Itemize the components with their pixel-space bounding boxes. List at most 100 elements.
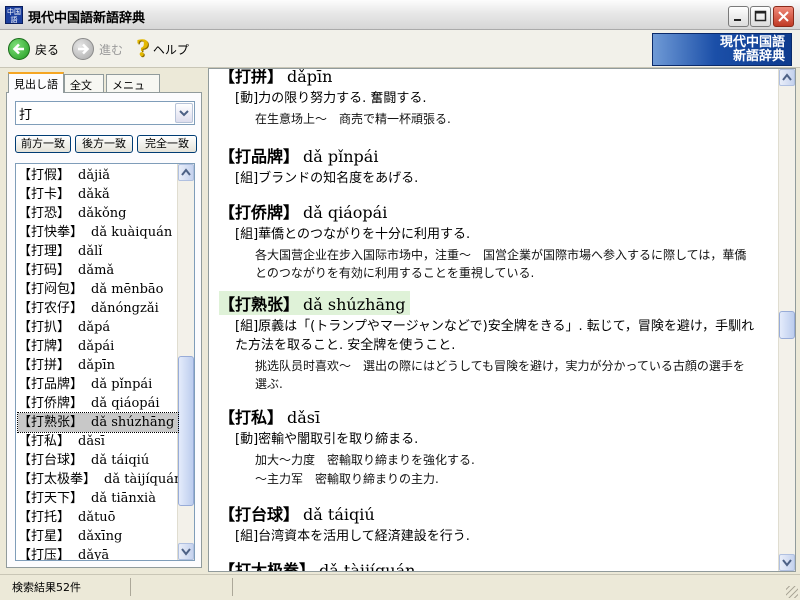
minimize-icon [734,19,741,21]
entry-headword: 【打拼】 dǎpīn [219,68,769,87]
headword-text: 【打品牌】 [18,377,84,392]
status-divider [130,578,131,596]
list-item[interactable]: 【打牌】 dǎpái [18,337,178,356]
list-item[interactable]: 【打农仔】 dǎnóngzǎi [18,299,178,318]
headword-pinyin: dǎ táiqiú [91,453,150,468]
entry-definition: [組]華僑とのつながりを十分に利用する. [235,227,471,242]
headword-text: 【打熟张】 [18,415,84,430]
status-bar: 検索結果52件 [0,574,800,600]
search-input[interactable] [19,104,174,122]
app-icon: 中国語 [5,6,23,24]
headword-text: 【打卡】 [18,187,71,202]
headword-pinyin: dǎmǎ [78,263,115,278]
help-icon: ? [136,36,149,62]
entry-definition: [動]密輸や闇取引を取り締まる. [235,432,419,447]
entry-title: 【打熟张】 [219,295,300,314]
list-item[interactable]: 【打星】 dǎxīng [18,527,178,546]
entry-headword-line: 【打台球】 dǎ táiqiú [219,505,375,524]
headword-text: 【打码】 [18,263,71,278]
headword-pinyin: dǎlǐ [78,244,103,259]
list-item[interactable]: 【打闷包】 dǎ mēnbāo [18,280,178,299]
list-item[interactable]: 【打托】 dǎtuō [18,508,178,527]
list-item[interactable]: 【打天下】 dǎ tiānxià [18,489,178,508]
main-scroll-down-icon[interactable] [779,554,795,571]
list-item[interactable]: 【打理】 dǎlǐ [18,242,178,261]
search-combobox[interactable] [15,101,195,125]
headword-pinyin: dǎ tàijíquán [104,472,178,487]
headword-pinyin: dǎ qiáopái [91,396,160,411]
title-bar[interactable]: 中国語 現代中国語新語辞典 [0,0,800,30]
entry-headword-line: 【打私】 dǎsī [219,408,320,427]
entry-headword-line: 【打侨牌】 dǎ qiáopái [219,203,387,222]
list-item[interactable]: 【打压】 dǎyā [18,546,178,560]
minimize-button[interactable] [728,6,749,27]
list-item[interactable]: 【打快拳】 dǎ kuàiquán [18,223,178,242]
prefix-match-button[interactable]: 前方一致 [15,135,71,153]
help-button[interactable]: ? ヘルプ [136,36,189,62]
headword-pinyin: dǎtuō [78,510,116,525]
definition-pane[interactable]: 【打拼】 dǎpīn [動]力の限り努力する. 奮闘する. 在生意场上～ 商売で精一杯… [208,68,796,572]
exact-match-button[interactable]: 完全一致 [137,135,197,153]
resize-grip[interactable] [786,586,798,598]
forward-button[interactable]: 進む [72,37,123,61]
main-scroll-up-icon[interactable] [779,69,795,86]
list-item[interactable]: 【打卡】 dǎkǎ [18,185,178,204]
headword-list[interactable]: 【打假】 dǎjiǎ 【打卡】 dǎkǎ 【打恐】 dǎkǒng 【打快拳】 dǎ kuàiq… [15,163,195,561]
list-scroll-thumb[interactable] [178,356,194,506]
entry-headword-line: 【打太极拳】 dǎ tàijíquán [219,561,415,571]
entry-headword: 【打熟张】 dǎ shúzhāng [219,291,769,315]
list-scrollbar[interactable] [177,164,194,560]
forward-arrow-icon [72,38,94,60]
headword-pinyin: dǎkǒng [78,206,127,221]
headword-text: 【打侨牌】 [18,396,84,411]
headword-text: 【打扒】 [18,320,71,335]
tab-menu[interactable]: メニュー [106,74,160,108]
scroll-up-icon[interactable] [178,164,194,181]
chevron-down-icon [179,110,189,117]
maximize-button[interactable] [750,6,771,27]
list-item[interactable]: 【打码】 dǎmǎ [18,261,178,280]
sidebar: 見出し語 全文 メニュー 前方一致 後方一致 完全一致 [6,72,202,568]
headword-pinyin: dǎnóngzǎi [91,301,159,316]
tab-headwords[interactable]: 見出し語 [8,72,64,93]
headword-text: 【打闷包】 [18,282,84,297]
list-item[interactable]: 【打太极拳】 dǎ tàijíquán [18,470,178,489]
sidebar-body: 前方一致 後方一致 完全一致 【打假】 dǎjiǎ 【打卡】 dǎkǎ 【打恐】 dǎkǒ… [6,92,202,568]
list-item[interactable]: 【打私】 dǎsī [18,432,178,451]
back-arrow-icon [8,38,30,60]
main-scrollbar[interactable] [778,69,795,571]
headword-pinyin: dǎpá [78,320,111,335]
headword-text: 【打牌】 [18,339,71,354]
headword-text: 【打快拳】 [18,225,84,240]
entry-example: ～主力军 密輸取り締まりの主力. [255,472,439,486]
suffix-match-button[interactable]: 後方一致 [75,135,133,153]
entry-headword-line: 【打熟张】 dǎ shúzhāng [219,291,410,315]
entry-headword: 【打私】 dǎsī [219,404,769,428]
entry-example: 在生意场上～ 商売で精一杯頑張る. [255,112,451,126]
entry-headword: 【打太极拳】 dǎ tàijíquán [219,557,769,571]
back-button[interactable]: 戻る [8,37,59,61]
headword-text: 【打农仔】 [18,301,84,316]
entry-title: 【打拼】 [219,68,284,86]
list-item[interactable]: 【打恐】 dǎkǒng [18,204,178,223]
match-mode-buttons: 前方一致 後方一致 完全一致 [15,135,199,153]
list-item[interactable]: 【打台球】 dǎ táiqiú [18,451,178,470]
tab-fulltext[interactable]: 全文 [64,74,104,92]
close-button[interactable] [773,6,794,27]
entry-pinyin: dǎpīn [287,68,333,86]
entry-definition: [組]原義は「(トランプやマージャンなどで)安全牌をきる」. 転じて，冒険を避け… [235,319,755,353]
list-item[interactable]: 【打品牌】 dǎ pǐnpái [18,375,178,394]
headword-pinyin: dǎpīn [78,358,115,373]
scroll-down-icon[interactable] [178,543,194,560]
dropdown-button[interactable] [175,103,193,123]
list-item[interactable]: 【打熟张】 dǎ shúzhāng [17,412,179,433]
entry-pinyin: dǎ táiqiú [303,505,375,524]
list-item[interactable]: 【打假】 dǎjiǎ [18,166,178,185]
main-scroll-thumb[interactable] [779,311,795,339]
list-item[interactable]: 【打侨牌】 dǎ qiáopái [18,394,178,413]
headword-pinyin: dǎkǎ [78,187,110,202]
list-item[interactable]: 【打扒】 dǎpá [18,318,178,337]
dictionary-logo: 現代中国語 新語辞典 [652,33,792,66]
list-item[interactable]: 【打拼】 dǎpīn [18,356,178,375]
entry-title: 【打台球】 [219,505,300,524]
